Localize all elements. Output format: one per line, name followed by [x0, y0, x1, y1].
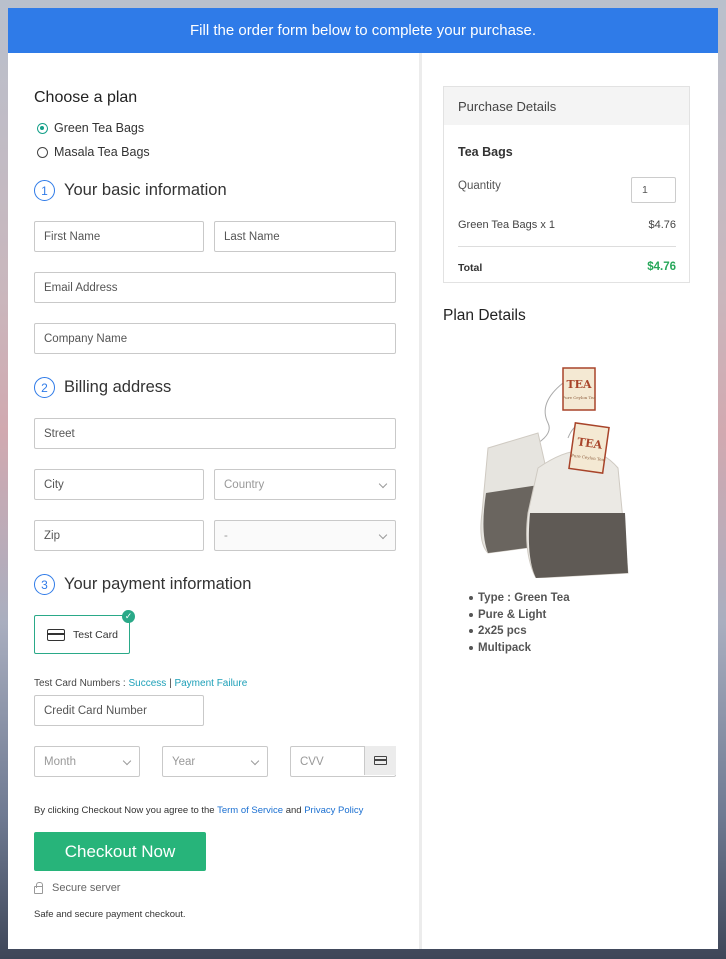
first-name-input[interactable]: First Name — [34, 221, 204, 252]
credit-card-icon — [47, 628, 65, 641]
total-value: $4.76 — [647, 261, 676, 273]
radio-selected-icon[interactable] — [37, 122, 48, 134]
line-price: $4.76 — [648, 219, 676, 231]
privacy-link[interactable]: Privacy Policy — [304, 805, 363, 816]
placeholder: Street — [44, 427, 75, 440]
success-link[interactable]: Success — [128, 678, 166, 689]
city-input[interactable]: City — [34, 469, 204, 500]
tea-tag-back: TEA Pure Ceylon Tea — [562, 367, 596, 411]
placeholder: Last Name — [224, 230, 280, 243]
payment-method-label: Test Card — [73, 628, 118, 641]
section-title: Your payment information — [64, 575, 252, 593]
placeholder: Credit Card Number — [44, 704, 147, 717]
banner-text: Fill the order form below to complete yo… — [190, 22, 536, 39]
payment-section-header: 3 Your payment information — [34, 574, 251, 595]
list-item: Multipack — [469, 640, 570, 657]
list-item: Pure & Light — [469, 607, 570, 624]
tag-subtitle: Pure Ceylon Tea — [562, 395, 596, 400]
radio-unselected-icon[interactable] — [37, 146, 48, 158]
placeholder: - — [224, 529, 228, 542]
line-item: Green Tea Bags x 1 — [458, 219, 556, 231]
chevron-down-icon — [378, 479, 388, 489]
safe-checkout-text: Safe and secure payment checkout. — [34, 909, 186, 920]
section-title: Billing address — [64, 378, 172, 396]
placeholder: Email Address — [44, 281, 118, 294]
step-number: 2 — [34, 377, 55, 398]
placeholder: CVV — [300, 755, 324, 768]
summary-panel: Purchase Details Tea Bags Quantity 1 Gre… — [422, 53, 718, 949]
email-input[interactable]: Email Address — [34, 272, 396, 303]
step-number: 3 — [34, 574, 55, 595]
top-banner: Fill the order form below to complete yo… — [8, 8, 718, 53]
divider — [458, 246, 676, 247]
card-number-input[interactable]: Credit Card Number — [34, 695, 204, 726]
bullet-icon — [469, 645, 473, 650]
zip-input[interactable]: Zip — [34, 520, 204, 551]
tea-bags-image: TEA Pure Ceylon Tea TEA Pure Ceylon Tea — [480, 367, 629, 578]
test-card-option[interactable]: Test Card ✓ — [34, 610, 135, 654]
checkout-button[interactable]: Checkout Now — [34, 832, 206, 871]
payment-failure-link[interactable]: Payment Failure — [174, 678, 247, 689]
order-form: Choose a plan Green Tea Bags Masala Tea … — [8, 53, 422, 949]
last-name-input[interactable]: Last Name — [214, 221, 396, 252]
agreement-text: By clicking Checkout Now you agree to th… — [34, 805, 364, 816]
choose-plan-heading: Choose a plan — [34, 89, 138, 106]
list-item: Type : Green Tea — [469, 590, 570, 607]
purchase-details-heading: Purchase Details — [444, 87, 689, 125]
plan-features-list: Type : Green Tea Pure & Light 2x25 pcs M… — [469, 590, 570, 656]
placeholder: Country — [224, 478, 265, 491]
lock-icon — [34, 881, 43, 894]
terms-link[interactable]: Term of Service — [217, 805, 283, 816]
placeholder: City — [44, 478, 64, 491]
bullet-icon — [469, 629, 473, 634]
tea-tag-front: TEA Pure Ceylon Tea — [568, 422, 610, 474]
placeholder: Month — [44, 755, 76, 768]
test-card-numbers: Test Card Numbers : Success | Payment Fa… — [34, 678, 248, 689]
credit-card-icon — [374, 756, 387, 765]
plan-option-green-tea[interactable]: Green Tea Bags — [37, 121, 144, 135]
checkout-card: Choose a plan Green Tea Bags Masala Tea … — [8, 53, 718, 949]
secure-server-label: Secure server — [52, 882, 121, 894]
bullet-icon — [469, 596, 473, 601]
list-item: 2x25 pcs — [469, 623, 570, 640]
state-select[interactable]: - — [214, 520, 396, 551]
company-input[interactable]: Company Name — [34, 323, 396, 354]
tag-brand: TEA — [566, 378, 592, 391]
section-title: Your basic information — [64, 181, 227, 199]
check-icon: ✓ — [122, 610, 135, 623]
quantity-label: Quantity — [458, 180, 501, 192]
placeholder: Zip — [44, 529, 60, 542]
country-select[interactable]: Country — [214, 469, 396, 500]
year-select[interactable]: Year — [162, 746, 268, 777]
placeholder: Year — [172, 755, 196, 768]
product-name: Tea Bags — [458, 145, 513, 159]
quantity-input[interactable]: 1 — [631, 177, 676, 203]
billing-section-header: 2 Billing address — [34, 377, 171, 398]
plan-option-label: Masala Tea Bags — [54, 145, 150, 159]
cvv-help-button[interactable] — [364, 746, 396, 775]
placeholder: First Name — [44, 230, 101, 243]
plan-option-label: Green Tea Bags — [54, 121, 145, 135]
secure-server: Secure server — [34, 881, 121, 894]
month-select[interactable]: Month — [34, 746, 140, 777]
total-label: Total — [458, 262, 483, 274]
placeholder: Company Name — [44, 332, 128, 345]
bullet-icon — [469, 612, 473, 617]
basic-info-section-header: 1 Your basic information — [34, 180, 227, 201]
chevron-down-icon — [122, 756, 132, 766]
plan-details-heading: Plan Details — [443, 307, 526, 324]
chevron-down-icon — [378, 530, 388, 540]
chevron-down-icon — [250, 756, 260, 766]
step-number: 1 — [34, 180, 55, 201]
purchase-details-box: Purchase Details Tea Bags Quantity 1 Gre… — [443, 86, 690, 283]
street-input[interactable]: Street — [34, 418, 396, 449]
plan-option-masala-tea[interactable]: Masala Tea Bags — [37, 145, 150, 159]
